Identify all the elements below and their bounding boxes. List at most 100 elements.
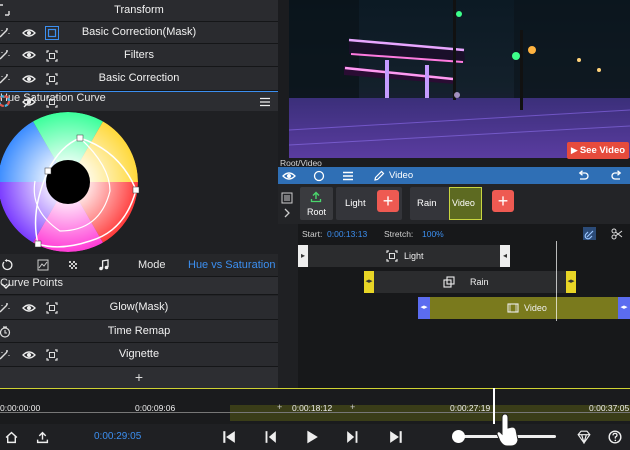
effect-label-basic-correction-mask: Basic Correction(Mask) — [81, 26, 197, 38]
step-back-icon[interactable] — [262, 429, 278, 445]
timeline-playhead[interactable] — [493, 388, 495, 424]
clip-handle-left[interactable]: ▸ — [298, 245, 308, 267]
effects-panel: Transform Basic Correction(Mask) Filters — [0, 0, 278, 388]
effect-label-transform: Transform — [114, 4, 164, 16]
help-icon[interactable] — [607, 429, 623, 445]
node-bar-title: Video — [389, 170, 414, 181]
preview-frame — [289, 0, 630, 158]
crop-frame-icon — [386, 250, 398, 262]
clip-timeline[interactable]: Start: 0:00:13:13 Stretch: 100% ▸ ◂ Ligh… — [298, 224, 630, 388]
effect-row-basic-correction-mask[interactable]: Basic Correction(Mask) — [0, 22, 278, 44]
chevron-down-icon[interactable] — [0, 280, 12, 292]
undo-icon[interactable] — [576, 169, 589, 182]
ruler-tick-label: 0:00:09:06 — [135, 403, 176, 413]
timeline-ruler[interactable]: 0:00:00:00 0:00:09:06 0:00:18:12 0:00:27… — [0, 388, 630, 424]
video-preview[interactable] — [289, 0, 630, 158]
step-forward-icon[interactable] — [345, 429, 361, 445]
add-node-button[interactable]: + — [377, 190, 399, 212]
chevron-right-icon[interactable] — [281, 207, 293, 219]
scissors-icon[interactable] — [610, 227, 623, 240]
clip-handle-right[interactable]: ◂ — [500, 245, 510, 267]
timeline-work-area — [230, 405, 630, 421]
node-root-label: Root — [306, 207, 326, 217]
home-icon[interactable] — [3, 429, 19, 445]
effect-label-filters: Filters — [124, 49, 154, 61]
pencil-icon[interactable] — [372, 169, 385, 182]
clip-handle-left[interactable]: ◂▸ — [418, 297, 430, 319]
crop-frame-icon[interactable] — [45, 95, 59, 108]
effect-row-glow-mask[interactable]: Glow(Mask) — [0, 296, 278, 320]
graph-icon[interactable] — [37, 259, 49, 271]
ruler-tick-label: 0:00:18:12 — [292, 403, 333, 413]
node-light-label: Light — [345, 198, 366, 209]
node-root[interactable]: Root — [300, 187, 333, 220]
play-icon[interactable] — [304, 429, 320, 445]
zoom-slider-thumb[interactable] — [452, 430, 465, 443]
list-icon[interactable] — [281, 192, 293, 204]
effect-row-transform[interactable]: Transform — [0, 0, 278, 22]
node-toolbar: Video — [278, 167, 630, 184]
clip-handle-left[interactable]: ◂▸ — [364, 271, 374, 293]
curve-points-row[interactable]: Curve Points — [0, 276, 278, 295]
see-video-button[interactable]: ▶ See Video — [567, 142, 629, 159]
add-node-label: + — [497, 190, 509, 211]
music-note-icon[interactable] — [97, 258, 110, 272]
hue-color-wheel[interactable] — [0, 111, 150, 254]
diamond-icon[interactable] — [576, 429, 592, 445]
hue-curve-editor[interactable] — [0, 111, 278, 254]
grid-pattern-icon[interactable] — [67, 259, 79, 271]
start-label: Start: — [302, 229, 323, 239]
node-video[interactable]: Video — [449, 187, 482, 220]
mode-label: Mode — [138, 259, 166, 271]
clip-handle-right[interactable]: ◂▸ — [618, 297, 630, 319]
add-effect-button[interactable]: + — [0, 367, 278, 388]
clip-light-label: Light — [404, 251, 424, 261]
node-graph: Root Light Rain Video — [278, 184, 630, 224]
ruler-tick-label: 0:00:27:19 — [450, 403, 491, 413]
stretch-value[interactable]: 100% — [422, 229, 444, 239]
hand-cursor-icon — [496, 412, 522, 448]
curve-point[interactable] — [132, 186, 140, 194]
start-value[interactable]: 0:00:13:13 — [327, 229, 367, 239]
ruler-marker: + — [277, 402, 283, 412]
menu-icon[interactable] — [258, 95, 272, 108]
reset-icon[interactable] — [0, 258, 14, 272]
clip-light[interactable]: ▸ ◂ Light — [298, 245, 510, 267]
effect-label-time-remap: Time Remap — [107, 325, 171, 337]
effect-row-filters[interactable]: Filters — [0, 44, 278, 67]
hue-saturation-curve-header[interactable]: Hue Saturation Curve — [0, 91, 278, 111]
circle-icon[interactable] — [312, 169, 325, 182]
stretch-label: Stretch: — [384, 229, 414, 239]
clip-handle-right[interactable]: ◂▸ — [566, 271, 576, 293]
clip-video-label: Video — [524, 303, 547, 313]
clip-video[interactable]: ◂▸ ◂▸ Video — [418, 297, 630, 319]
add-node-button[interactable]: + — [492, 190, 514, 212]
curve-point[interactable] — [44, 167, 52, 175]
ruler-tick-label: 0:00:37:05 — [589, 403, 630, 413]
eye-hidden-icon[interactable] — [22, 95, 36, 108]
node-rain[interactable]: Rain Video — [410, 187, 482, 220]
skip-to-end-icon[interactable] — [388, 429, 404, 445]
ruler-tick-label: 0:00:00:00 — [0, 403, 41, 413]
see-video-label: See Video — [579, 145, 626, 156]
eye-icon[interactable] — [282, 169, 296, 182]
ruler-marker: + — [350, 402, 356, 412]
play-icon: ▶ — [570, 145, 578, 155]
link-icon[interactable] — [583, 227, 596, 240]
current-time: 0:00:29:05 — [94, 431, 142, 442]
skip-to-start-icon[interactable] — [221, 429, 237, 445]
mode-selector[interactable]: Hue vs Saturation — [188, 259, 275, 271]
add-node-label: + — [382, 190, 394, 211]
curve-point[interactable] — [34, 240, 42, 248]
clip-rain[interactable]: ◂▸ ◂▸ Rain — [364, 271, 576, 293]
clip-playhead[interactable] — [556, 241, 557, 321]
add-effect-label: + — [134, 369, 144, 385]
effect-row-basic-correction[interactable]: Basic Correction — [0, 67, 278, 91]
effect-row-time-remap[interactable]: Time Remap — [0, 320, 278, 343]
redo-icon[interactable] — [610, 169, 623, 182]
curve-point[interactable] — [76, 134, 84, 142]
export-icon[interactable] — [34, 429, 50, 445]
effect-row-vignette[interactable]: Vignette — [0, 343, 278, 367]
menu-icon[interactable] — [341, 169, 354, 182]
effect-label-glow-mask: Glow(Mask) — [109, 301, 169, 313]
